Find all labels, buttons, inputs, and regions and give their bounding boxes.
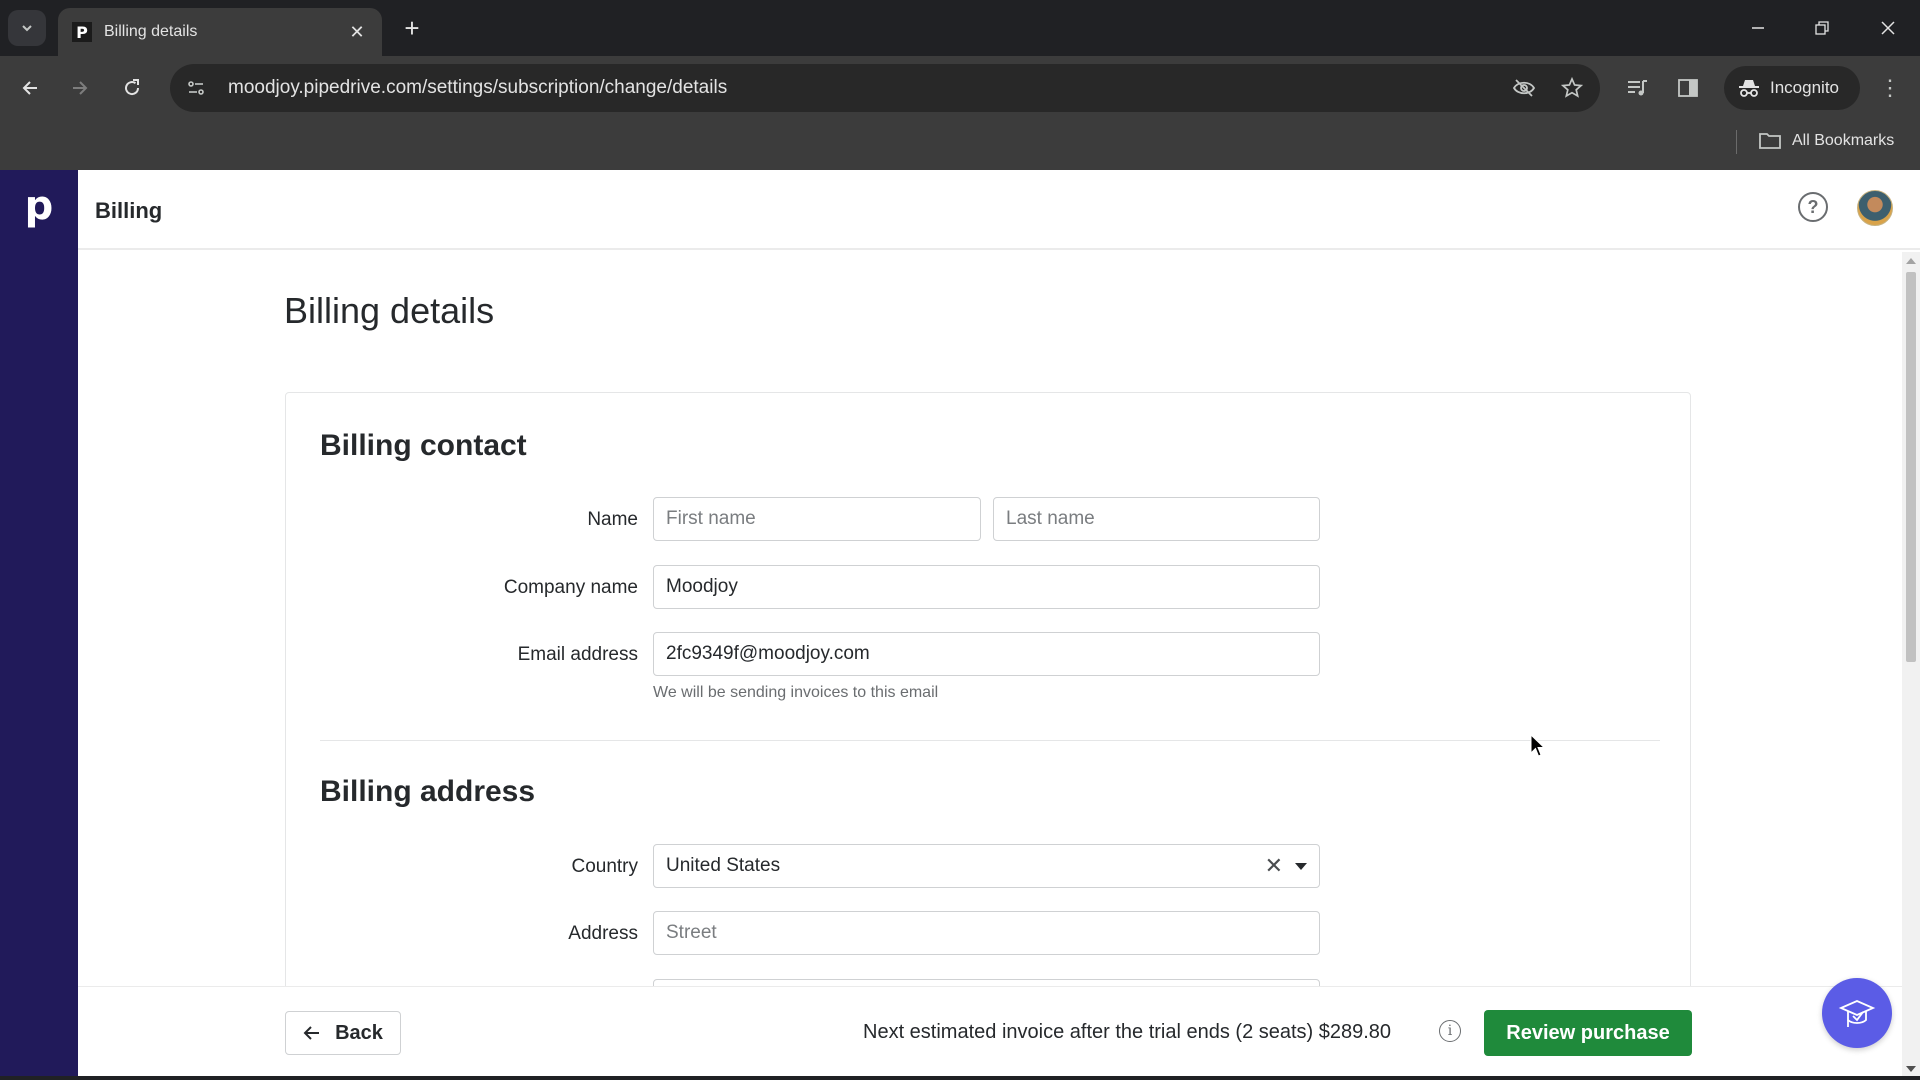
queue-music-icon	[1628, 80, 1647, 96]
company-name-input[interactable]	[653, 565, 1320, 609]
bookmarks-bar: All Bookmarks	[0, 120, 1920, 170]
address-bar[interactable]: moodjoy.pipedrive.com/settings/subscript…	[170, 64, 1600, 112]
tab-close-icon[interactable]: ✕	[346, 22, 368, 43]
address-line2-input[interactable]	[653, 979, 1320, 986]
tab-title: Billing details	[104, 23, 198, 40]
pipedrive-favicon-icon: P	[72, 22, 92, 42]
minimize-button[interactable]	[1738, 10, 1778, 46]
star-icon	[1561, 77, 1583, 98]
browser-tab-active[interactable]: P Billing details ✕	[58, 8, 382, 56]
incognito-icon	[1739, 80, 1759, 97]
back-button[interactable]: Back	[285, 1011, 401, 1055]
country-select[interactable]: United States ✕	[653, 844, 1320, 888]
more-vertical-icon: ⋮	[1879, 75, 1901, 100]
bookmark-star-button[interactable]	[1552, 68, 1592, 108]
incognito-indicator[interactable]: Incognito	[1724, 66, 1860, 110]
reload-icon	[125, 79, 140, 96]
info-icon[interactable]: i	[1439, 1020, 1461, 1042]
eye-off-icon	[1512, 79, 1536, 97]
street-input[interactable]	[653, 911, 1320, 955]
minimize-icon	[1752, 27, 1764, 29]
graduation-cap-icon	[1838, 1000, 1876, 1027]
browser-menu-button[interactable]: ⋮	[1872, 70, 1908, 106]
chevron-down-icon	[22, 25, 32, 32]
all-bookmarks-button[interactable]: All Bookmarks	[1758, 126, 1894, 156]
first-name-input[interactable]	[653, 497, 981, 541]
url-text[interactable]: moodjoy.pipedrive.com/settings/subscript…	[228, 77, 1504, 99]
address-row: Address	[286, 911, 1692, 957]
arrow-left-icon	[303, 1026, 320, 1040]
window-bottom-edge	[0, 1076, 1920, 1080]
name-row: Name	[286, 497, 1692, 543]
address-label: Address	[568, 923, 638, 944]
side-panel-button[interactable]	[1670, 70, 1706, 106]
section-divider	[320, 740, 1660, 741]
browser-tab-strip: P Billing details ✕ +	[0, 0, 1920, 56]
browser-toolbar: moodjoy.pipedrive.com/settings/subscript…	[0, 56, 1920, 120]
billing-contact-heading: Billing contact	[320, 429, 527, 462]
folder-icon	[1759, 133, 1781, 149]
country-value: United States	[666, 855, 781, 876]
mouse-cursor-icon	[1530, 734, 1546, 757]
last-name-input[interactable]	[993, 497, 1320, 541]
main-content: Billing details Billing contact Name Com…	[78, 252, 1902, 986]
media-controls-button[interactable]	[1620, 70, 1656, 106]
close-icon	[1881, 21, 1895, 35]
all-bookmarks-label: All Bookmarks	[1792, 132, 1895, 149]
email-label: Email address	[517, 644, 638, 665]
help-icon[interactable]: ?	[1798, 192, 1828, 222]
tune-icon	[188, 81, 204, 95]
reload-button[interactable]	[114, 70, 150, 106]
new-tab-button[interactable]: +	[396, 12, 428, 44]
close-window-button[interactable]	[1868, 10, 1908, 46]
clear-selection-icon[interactable]: ✕	[1265, 853, 1283, 879]
purchase-footer: Back Next estimated invoice after the tr…	[78, 986, 1902, 1080]
billing-form-card: Billing contact Name Company name Email …	[285, 392, 1691, 986]
app-topbar: Billing ?	[78, 170, 1920, 250]
arrow-right-icon	[73, 81, 88, 95]
page-title: Billing details	[284, 290, 495, 331]
bookmarks-separator	[1736, 130, 1737, 154]
back-nav-button[interactable]	[12, 70, 48, 106]
scrollbar-thumb[interactable]	[1906, 272, 1916, 662]
name-label: Name	[587, 509, 638, 530]
billing-address-heading: Billing address	[320, 775, 536, 808]
tracking-protection-button[interactable]	[1504, 68, 1544, 108]
back-label: Back	[335, 1021, 383, 1044]
forward-nav-button[interactable]	[62, 70, 98, 106]
side-panel-icon	[1678, 79, 1698, 97]
country-row: Country United States ✕	[286, 844, 1692, 890]
review-purchase-button[interactable]: Review purchase	[1484, 1010, 1692, 1056]
page-scrollbar[interactable]	[1902, 252, 1920, 1080]
country-label: Country	[571, 856, 638, 877]
email-input[interactable]	[653, 632, 1320, 676]
estimated-invoice-text: Next estimated invoice after the trial e…	[863, 1021, 1392, 1043]
app-sidebar: p	[0, 170, 78, 1080]
address-line2-row	[286, 979, 1692, 986]
restore-button[interactable]	[1802, 10, 1842, 46]
scroll-up-arrow-icon[interactable]	[1906, 258, 1916, 264]
company-name-label: Company name	[503, 577, 638, 598]
arrow-left-icon	[22, 81, 37, 95]
email-row: Email address	[286, 632, 1692, 678]
pipedrive-logo[interactable]: p	[0, 186, 78, 228]
caret-down-icon[interactable]	[1295, 862, 1307, 870]
incognito-label: Incognito	[1770, 78, 1839, 97]
plus-icon: +	[404, 12, 420, 43]
company-row: Company name	[286, 565, 1692, 611]
topbar-title: Billing	[95, 198, 163, 223]
scroll-down-arrow-icon[interactable]	[1906, 1066, 1916, 1072]
restore-icon	[1815, 21, 1829, 35]
academy-button[interactable]	[1822, 978, 1892, 1048]
user-avatar[interactable]	[1857, 190, 1893, 226]
email-help-text: We will be sending invoices to this emai…	[653, 684, 939, 701]
site-info-button[interactable]	[176, 68, 216, 108]
tab-search-button[interactable]	[8, 10, 46, 46]
